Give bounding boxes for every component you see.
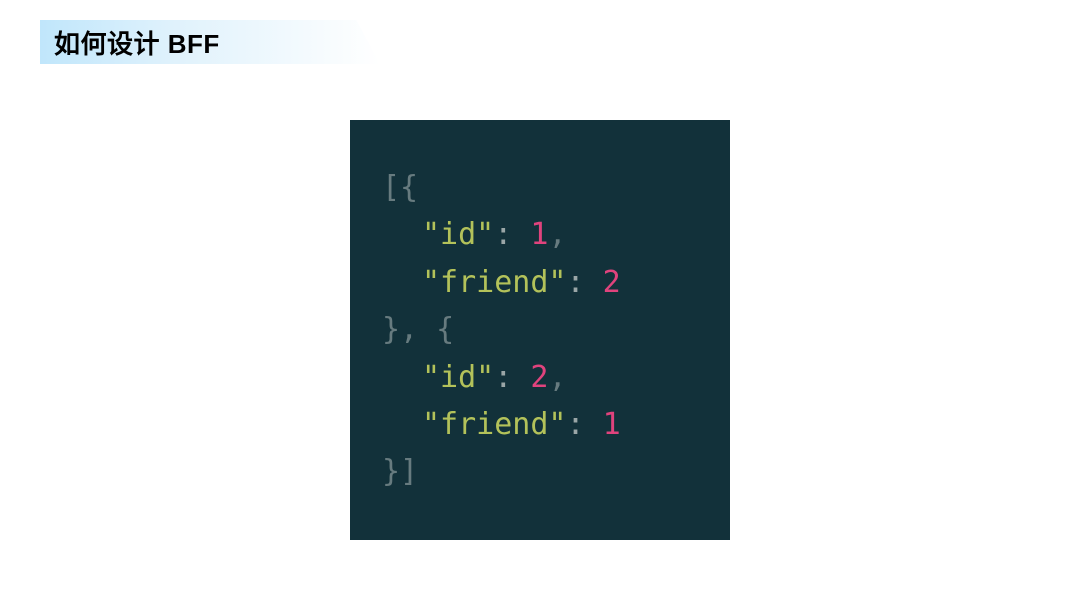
code-line: "friend": 1 xyxy=(382,401,698,448)
code-token: 1 xyxy=(530,217,548,252)
code-token: }, { xyxy=(382,312,454,347)
code-token: : xyxy=(567,265,603,300)
code-token: [{ xyxy=(382,170,418,205)
code-line: }, { xyxy=(382,306,698,353)
title-banner: 如何设计 BFF xyxy=(40,20,380,64)
code-token: }] xyxy=(382,454,418,489)
code-token: 2 xyxy=(603,265,621,300)
code-token: "friend" xyxy=(422,265,567,300)
code-token: "friend" xyxy=(422,407,567,442)
code-line: "id": 2, xyxy=(382,354,698,401)
code-token: : xyxy=(494,360,530,395)
code-token: "id" xyxy=(422,360,494,395)
code-token: : xyxy=(567,407,603,442)
code-token: "id" xyxy=(422,217,494,252)
code-block: [{"id": 1,"friend": 2}, {"id": 2,"friend… xyxy=(350,120,730,540)
code-token: , xyxy=(548,217,566,252)
code-line: "id": 1, xyxy=(382,211,698,258)
code-token: 1 xyxy=(603,407,621,442)
slide-title: 如何设计 BFF xyxy=(54,24,220,61)
code-token: : xyxy=(494,217,530,252)
code-token: 2 xyxy=(530,360,548,395)
code-line: [{ xyxy=(382,164,698,211)
code-line: "friend": 2 xyxy=(382,259,698,306)
code-token: , xyxy=(548,360,566,395)
code-line: }] xyxy=(382,448,698,495)
